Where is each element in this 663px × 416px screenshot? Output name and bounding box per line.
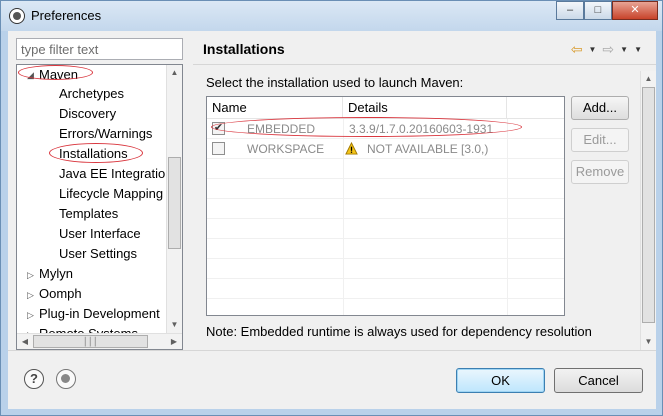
scroll-up-icon[interactable]: ▲ — [167, 65, 182, 81]
help-button[interactable]: ? — [24, 369, 44, 389]
dialog-body: ◢ Maven Archetypes Discovery Errors/Warn… — [8, 31, 656, 409]
tree-item-installations[interactable]: Installations — [59, 144, 128, 164]
column-header-name[interactable]: Name — [207, 97, 343, 119]
table-row-empty — [207, 259, 564, 279]
view-menu-icon[interactable]: ▼ — [634, 45, 642, 54]
minimize-button[interactable]: ‒ — [556, 1, 584, 20]
window-title: Preferences — [31, 8, 102, 23]
scroll-left-icon[interactable]: ◀ — [17, 334, 33, 349]
tree-item-archetypes[interactable]: Archetypes — [59, 84, 124, 104]
cancel-button[interactable]: Cancel — [554, 368, 643, 393]
preferences-tree: ◢ Maven Archetypes Discovery Errors/Warn… — [16, 64, 183, 350]
scroll-thumb[interactable] — [642, 87, 655, 323]
table-row[interactable]: WORKSPACE NOT AVAILABLE [3.0,) — [207, 139, 564, 159]
chevron-down-icon[interactable]: ▼ — [589, 45, 597, 54]
installations-description: Select the installation used to launch M… — [206, 75, 464, 90]
table-row-empty — [207, 159, 564, 179]
add-button[interactable]: Add... — [571, 96, 629, 120]
scroll-down-icon[interactable]: ▼ — [641, 334, 656, 350]
table-row-empty — [207, 179, 564, 199]
window-controls: ‒ □ ✕ — [556, 1, 658, 21]
chevron-down-icon[interactable]: ▼ — [620, 45, 628, 54]
tree-item-plugin-development[interactable]: Plug-in Development — [39, 304, 160, 324]
maximize-button[interactable]: □ — [584, 1, 612, 20]
forward-arrow-icon[interactable]: ⇨ — [602, 41, 614, 58]
table-row-empty — [207, 219, 564, 239]
expand-arrow-icon[interactable]: ▷ — [27, 310, 34, 321]
installations-panel: Installations ⇦ ▼ ⇨ ▼ ▼ Select the insta… — [193, 31, 656, 350]
embedded-runtime-note: Note: Embedded runtime is always used fo… — [206, 324, 592, 339]
close-button[interactable]: ✕ — [612, 1, 658, 20]
expand-arrow-icon[interactable]: ▷ — [27, 290, 34, 301]
scroll-thumb[interactable]: │││ — [33, 335, 148, 348]
tree-item-mylyn[interactable]: Mylyn — [39, 264, 73, 284]
tree-item-discovery[interactable]: Discovery — [59, 104, 116, 124]
row-name: EMBEDDED — [247, 122, 316, 136]
expand-arrow-icon[interactable]: ▷ — [27, 270, 34, 281]
tree-vertical-scrollbar[interactable]: ▲ ▼ — [166, 65, 182, 333]
table-row-empty — [207, 239, 564, 259]
scroll-up-icon[interactable]: ▲ — [641, 71, 656, 87]
scroll-right-icon[interactable]: ▶ — [166, 334, 182, 349]
title-bar[interactable]: Preferences ‒ □ ✕ — [1, 1, 662, 31]
navigation-toolbar: ⇦ ▼ ⇨ ▼ ▼ — [571, 41, 642, 58]
tree-horizontal-scrollbar[interactable]: ◀ │││ ▶ — [17, 333, 182, 349]
panel-vertical-scrollbar[interactable]: ▲ ▼ — [640, 71, 656, 350]
edit-button[interactable]: Edit... — [571, 128, 629, 152]
scroll-thumb[interactable] — [168, 157, 181, 249]
header-divider — [193, 64, 656, 65]
tree-item-templates[interactable]: Templates — [59, 204, 118, 224]
tree-item-user-settings[interactable]: User Settings — [59, 244, 137, 264]
row-details: 3.3.9/1.7.0.20160603-1931 — [349, 122, 494, 136]
row-details: NOT AVAILABLE [3.0,) — [367, 142, 489, 156]
preferences-window: Preferences ‒ □ ✕ ◢ Maven Archetypes Dis… — [0, 0, 663, 416]
collapse-arrow-icon[interactable]: ◢ — [27, 70, 34, 81]
ok-button[interactable]: OK — [456, 368, 545, 393]
workspace-checkbox[interactable] — [212, 142, 225, 155]
back-arrow-icon[interactable]: ⇦ — [571, 41, 583, 58]
page-title: Installations — [203, 41, 285, 57]
warning-icon — [345, 142, 358, 155]
tree-item-lifecycle-mapping[interactable]: Lifecycle Mapping — [59, 184, 163, 204]
tree-item-errors-warnings[interactable]: Errors/Warnings — [59, 124, 152, 144]
record-icon[interactable] — [56, 369, 76, 389]
row-name: WORKSPACE — [247, 142, 325, 156]
tree-item-maven[interactable]: Maven — [39, 65, 78, 85]
tree-item-java-ee-integration[interactable]: Java EE Integration — [59, 164, 172, 184]
table-row-empty — [207, 279, 564, 299]
table-row-empty — [207, 199, 564, 219]
tree-item-user-interface[interactable]: User Interface — [59, 224, 141, 244]
eclipse-icon — [9, 8, 25, 24]
remove-button[interactable]: Remove — [571, 160, 629, 184]
footer-divider — [8, 350, 656, 351]
column-header-details[interactable]: Details — [343, 97, 507, 119]
tree-item-oomph[interactable]: Oomph — [39, 284, 82, 304]
installations-table: Name Details ✔ EMBEDDED 3.3.9/1.7.0.2016… — [206, 96, 565, 316]
embedded-checkbox[interactable]: ✔ — [212, 122, 225, 135]
table-row[interactable]: ✔ EMBEDDED 3.3.9/1.7.0.20160603-1931 — [207, 119, 564, 139]
filter-input[interactable] — [16, 38, 183, 60]
table-header: Name Details — [207, 97, 564, 119]
scroll-down-icon[interactable]: ▼ — [167, 317, 182, 333]
